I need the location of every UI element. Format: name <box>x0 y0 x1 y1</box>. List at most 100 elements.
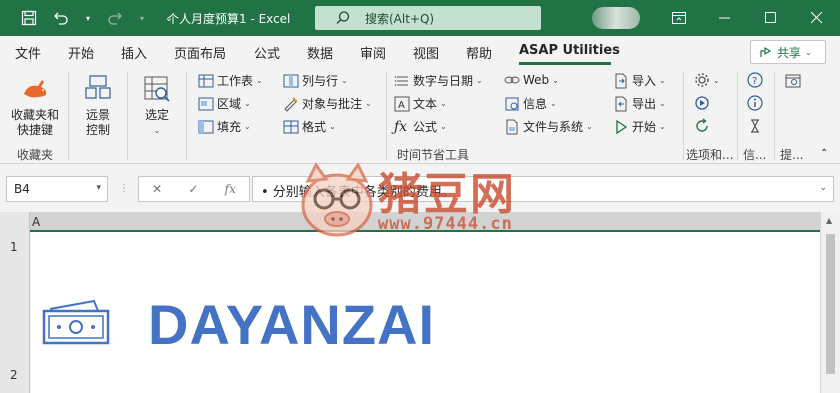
hare-icon <box>24 80 47 98</box>
timer-button[interactable] <box>747 118 763 134</box>
minimize-button[interactable] <box>702 0 748 36</box>
objects-comments-icon <box>284 96 298 112</box>
ribbon: 收藏夹和 快捷键 收藏夹 远景 控制 选定 ⌄ 工作表 ⌄ 区域 ⌄ 填充 ⌄ 列与行… <box>0 66 840 164</box>
ribbon-display-options-button[interactable] <box>656 0 702 36</box>
expand-formula-bar-icon[interactable]: ⌄ <box>819 183 827 193</box>
insert-function-icon[interactable]: fx <box>225 182 236 196</box>
range-dropdown-icon: ⌄ <box>244 99 251 108</box>
objects-comments-button[interactable]: 对象与批注 ⌄ <box>283 95 372 112</box>
info-button[interactable] <box>747 95 763 111</box>
tab-home[interactable]: 开始 <box>68 43 94 62</box>
find-run-button[interactable] <box>694 95 710 111</box>
share-button[interactable]: 共享 ⌄ <box>750 40 826 64</box>
document-title: 个人月度预算1 - Excel <box>167 12 291 26</box>
share-label: 共享 <box>777 45 802 60</box>
fill-icon <box>198 120 214 133</box>
range-button[interactable]: 区域 ⌄ <box>198 95 251 112</box>
format-icon <box>283 120 299 133</box>
export-button[interactable]: 导出 ⌄ <box>613 95 666 112</box>
name-box-dropdown-icon: ▾ <box>96 183 101 193</box>
format-button[interactable]: 格式 ⌄ <box>283 118 336 135</box>
confirm-entry-icon[interactable]: ✓ <box>188 182 198 196</box>
collapse-ribbon-icon[interactable]: ⌃ <box>820 148 828 159</box>
tab-page-layout[interactable]: 页面布局 <box>174 43 226 62</box>
redo-dropdown-icon[interactable]: ▾ <box>138 9 146 27</box>
save-icon[interactable] <box>20 9 38 27</box>
maximize-button[interactable] <box>748 0 794 36</box>
tips-button[interactable] <box>785 72 801 88</box>
format-label: 格式 <box>302 120 327 134</box>
help-button[interactable]: ? <box>747 72 763 88</box>
pig-logo-icon <box>301 162 373 237</box>
fill-button[interactable]: 填充 ⌄ <box>198 118 251 135</box>
search-icon <box>335 10 351 29</box>
watermark-url: www.97444.cn <box>378 214 513 234</box>
columns-rows-button[interactable]: 列与行 ⌄ <box>283 72 348 89</box>
tab-data[interactable]: 数据 <box>307 43 333 62</box>
text-button[interactable]: A 文本 ⌄ <box>394 95 447 112</box>
redo-icon[interactable] <box>106 9 124 27</box>
vertical-scrollbar[interactable]: ▲ <box>820 212 840 393</box>
columns-rows-label: 列与行 <box>302 74 339 88</box>
share-dropdown-icon: ⌄ <box>805 47 812 57</box>
tab-file[interactable]: 文件 <box>15 43 41 62</box>
file-system-label: 文件与系统 <box>523 120 584 134</box>
info-icon <box>747 95 763 111</box>
svg-text:A: A <box>398 100 405 111</box>
scrollbar-thumb[interactable] <box>826 234 835 374</box>
scroll-up-icon[interactable]: ▲ <box>826 216 832 225</box>
row-2-header[interactable]: 2 <box>10 368 18 382</box>
tab-insert[interactable]: 插入 <box>121 43 147 62</box>
search-box[interactable]: 搜索(Alt+Q) <box>315 6 541 30</box>
fx-icon: ƒx <box>394 118 408 135</box>
favorites-label: 收藏夹和 快捷键 <box>10 108 59 137</box>
close-button[interactable] <box>794 0 840 36</box>
formula-button[interactable]: ƒx 公式 ⌄ <box>394 118 447 135</box>
file-system-button[interactable]: 文件与系统 ⌄ <box>504 118 593 135</box>
quick-access-toolbar: ▾ ▾ ⌄ <box>0 9 178 27</box>
settings-button[interactable]: ⌄ <box>694 72 720 88</box>
tab-review[interactable]: 审阅 <box>360 43 386 62</box>
column-a-label: A <box>32 215 41 229</box>
account-avatar[interactable] <box>592 7 640 29</box>
select-button[interactable]: 选定 ⌄ <box>136 74 178 138</box>
import-button[interactable]: 导入 ⌄ <box>613 72 666 89</box>
cancel-entry-icon[interactable]: ✕ <box>152 182 162 196</box>
ribbon-tabs: 文件 开始 插入 页面布局 公式 数据 审阅 视图 帮助 ASAP Utilit… <box>0 36 840 66</box>
name-box-value: B4 <box>14 182 30 196</box>
undo-icon[interactable] <box>52 9 70 27</box>
maximize-icon <box>765 12 776 23</box>
group-separator <box>186 72 187 160</box>
tab-formulas[interactable]: 公式 <box>254 43 280 62</box>
row-1-header[interactable]: 1 <box>10 240 18 254</box>
group-favorites-label: 收藏夹 <box>17 148 54 162</box>
worksheets-label: 工作表 <box>217 74 254 88</box>
group-tips-label: 提... <box>780 148 804 162</box>
select-dropdown-icon: ⌄ <box>153 126 161 135</box>
format-dropdown-icon: ⌄ <box>329 122 336 131</box>
worksheet-icon <box>198 74 214 87</box>
import-label: 导入 <box>632 74 657 88</box>
repeat-button[interactable] <box>694 118 710 134</box>
vision-control-button[interactable]: 远景 控制 <box>76 74 120 138</box>
information-button[interactable]: 信息 ⌄ <box>504 95 557 112</box>
import-icon <box>615 73 627 88</box>
numbers-dates-button[interactable]: 数字与日期 ⌄ <box>394 72 483 89</box>
tab-asap-utilities[interactable]: ASAP Utilities <box>519 43 620 58</box>
worksheets-button[interactable]: 工作表 ⌄ <box>198 72 263 89</box>
start-button[interactable]: 开始 ⌄ <box>613 118 666 135</box>
favorites-shortcuts-button[interactable]: 收藏夹和 快捷键 <box>6 74 64 138</box>
text-dropdown-icon: ⌄ <box>440 99 447 108</box>
formula-bar-grip-icon[interactable]: ⋮ <box>119 183 129 194</box>
select-all-corner[interactable] <box>0 212 30 232</box>
tips-calendar-icon <box>785 74 801 88</box>
undo-dropdown-icon[interactable]: ▾ <box>84 9 92 27</box>
close-icon <box>811 12 823 24</box>
tab-view[interactable]: 视图 <box>413 43 439 62</box>
ribbon-display-icon <box>672 12 686 24</box>
name-box[interactable]: B4 ▾ <box>6 176 108 202</box>
share-icon <box>760 46 772 57</box>
tab-help[interactable]: 帮助 <box>466 43 492 62</box>
group-separator <box>683 72 684 160</box>
web-button[interactable]: Web ⌄ <box>504 72 559 88</box>
